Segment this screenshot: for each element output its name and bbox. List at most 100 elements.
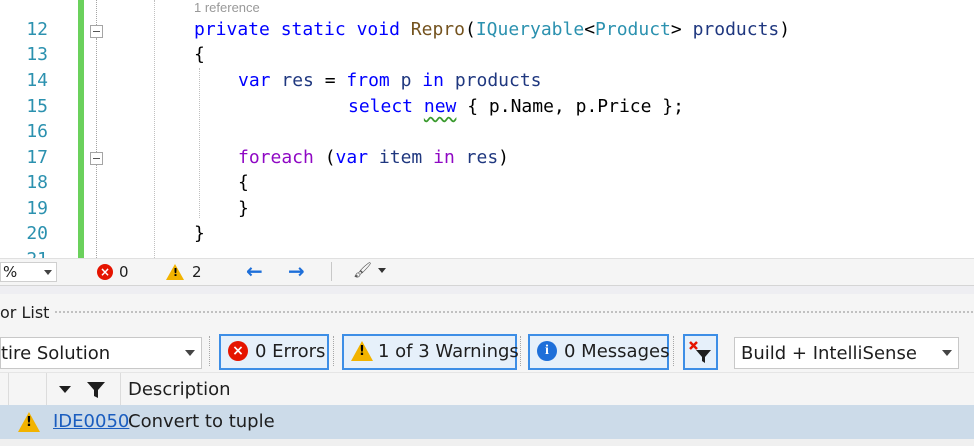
- code-cleanup-button[interactable]: 🖌: [353, 261, 387, 279]
- divider: [331, 262, 332, 281]
- codelens-references[interactable]: 1 reference: [194, 0, 260, 15]
- divider: [209, 336, 211, 366]
- token: private: [194, 19, 270, 40]
- warning-icon: !: [166, 264, 184, 280]
- description-cell: Convert to tuple: [128, 411, 275, 432]
- divider: [333, 336, 335, 366]
- divider: [673, 336, 675, 366]
- change-indicator-bar: [78, 0, 84, 258]
- token: var: [238, 70, 271, 91]
- code-line-17: foreach (var item in res): [238, 147, 509, 168]
- diagnostic-squiggle[interactable]: new: [424, 96, 457, 117]
- token: void: [356, 19, 400, 40]
- code-line-20: }: [194, 223, 205, 244]
- chevron-down-icon: [185, 350, 195, 356]
- info-icon: i: [537, 341, 557, 361]
- diagnostic-code-link[interactable]: IDE0050: [53, 411, 129, 432]
- token: =: [324, 70, 336, 91]
- column-divider: [46, 373, 47, 406]
- line-number: 13: [26, 44, 48, 65]
- editor-status-bar: % × 0 ! 2 ← → 🖌: [0, 258, 974, 285]
- method-name: Repro: [410, 19, 465, 40]
- variable-name: products: [454, 70, 542, 91]
- code-editor[interactable]: 12 13 14 15 16 17 18 19 20 21 1 referenc…: [0, 0, 974, 258]
- navigate-back-arrow-icon[interactable]: ←: [246, 259, 263, 283]
- build-source-dropdown[interactable]: Build + IntelliSense: [734, 337, 959, 369]
- variable-name: res: [281, 70, 314, 91]
- fold-guide: [96, 0, 98, 25]
- token: from: [346, 70, 390, 91]
- line-number: 20: [26, 223, 48, 244]
- token: ): [498, 147, 509, 168]
- token: var: [335, 147, 369, 168]
- token: <: [584, 19, 596, 40]
- chevron-down-icon: [44, 270, 52, 275]
- sort-dropdown-icon[interactable]: [59, 386, 71, 393]
- warning-icon: !: [351, 341, 373, 361]
- zoom-combo[interactable]: %: [0, 262, 57, 282]
- line-number: 21: [0, 249, 48, 258]
- filter-button[interactable]: [683, 334, 718, 370]
- errors-filter-toggle[interactable]: × 0 Errors: [219, 334, 329, 370]
- messages-label: 0 Messages: [564, 341, 670, 362]
- warnings-filter-toggle[interactable]: ! 1 of 3 Warnings: [342, 334, 519, 370]
- code-line-18: {: [238, 172, 249, 193]
- scope-dropdown[interactable]: tire Solution: [0, 337, 202, 369]
- build-source-value: Build + IntelliSense: [741, 343, 917, 364]
- fold-guide: [96, 38, 98, 152]
- code-line-13: {: [194, 44, 205, 65]
- column-divider: [8, 373, 9, 406]
- fold-guide: [96, 165, 98, 258]
- line-number: 17: [26, 147, 48, 168]
- chevron-down-icon: [378, 267, 387, 273]
- brush-icon: 🖌: [353, 261, 373, 279]
- divider: [520, 336, 522, 366]
- error-list-toolbar: tire Solution × 0 Errors ! 1 of 3 Warnin…: [0, 328, 974, 372]
- variable-name: res: [465, 147, 499, 168]
- code-line-12: private static void Repro(IQueryable<Pro…: [194, 19, 790, 40]
- table-row[interactable]: ! IDE0050 Convert to tuple: [0, 405, 974, 439]
- indent-guide: [199, 68, 200, 218]
- line-number: 18: [26, 172, 48, 193]
- token: ): [779, 19, 791, 40]
- error-list-header-row: Description: [0, 372, 974, 406]
- filter-icon: [689, 341, 711, 363]
- filter-icon[interactable]: [86, 380, 106, 400]
- line-number: 16: [26, 121, 48, 142]
- error-list-title-bar[interactable]: or List: [0, 294, 974, 328]
- token: (: [324, 147, 336, 168]
- token: select: [348, 96, 414, 117]
- error-icon: ×: [228, 341, 248, 361]
- drag-grip[interactable]: [54, 310, 974, 315]
- warning-count: 2: [192, 263, 202, 281]
- token: foreach: [238, 147, 314, 168]
- navigate-forward-arrow-icon[interactable]: →: [288, 259, 305, 283]
- type-name: Product: [595, 19, 671, 40]
- line-number: 19: [26, 198, 48, 219]
- messages-filter-toggle[interactable]: i 0 Messages: [528, 334, 669, 370]
- code-line-19: }: [238, 198, 249, 219]
- indent-guide: [154, 0, 155, 258]
- scope-value: tire Solution: [1, 343, 111, 364]
- type-name: IQueryable: [475, 19, 585, 40]
- errors-label: 0 Errors: [255, 341, 326, 362]
- line-number: 14: [26, 70, 48, 91]
- panel-title: or List: [0, 303, 50, 322]
- variable-name: p: [400, 70, 412, 91]
- line-number: 15: [26, 96, 48, 117]
- chevron-down-icon: [942, 350, 952, 356]
- list-empty-area: [0, 439, 974, 446]
- token: (: [464, 19, 476, 40]
- panel-splitter[interactable]: [0, 285, 974, 294]
- parameter-name: products: [692, 19, 780, 40]
- token: static: [280, 19, 346, 40]
- code-line-15: select new { p.Name, p.Price };: [348, 96, 684, 117]
- column-header-description[interactable]: Description: [128, 379, 231, 400]
- token: { p.Name, p.Price };: [467, 96, 684, 117]
- error-count: 0: [119, 263, 129, 281]
- collapse-method-button[interactable]: [90, 25, 103, 38]
- error-summary[interactable]: × 0: [97, 263, 129, 281]
- warning-summary[interactable]: ! 2: [166, 263, 202, 281]
- token: in: [433, 147, 455, 168]
- collapse-foreach-button[interactable]: [90, 152, 103, 165]
